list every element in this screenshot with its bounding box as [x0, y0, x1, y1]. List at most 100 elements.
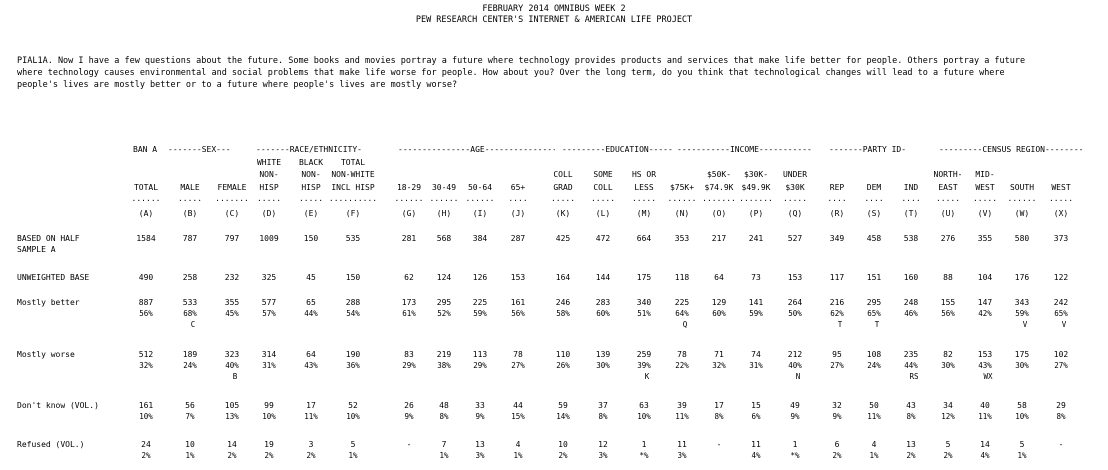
- count-cell: 64: [306, 350, 316, 359]
- column-divider: .....: [550, 194, 576, 203]
- count-cell: 29: [1056, 401, 1066, 410]
- percent-cell: 6%: [751, 412, 761, 421]
- percent-cell: 58%: [556, 309, 570, 318]
- count-cell: 26: [404, 401, 414, 410]
- count-cell: 32: [832, 401, 842, 410]
- count-cell: 355: [977, 234, 993, 243]
- column-divider: ..........: [328, 194, 378, 203]
- column-divider: .....: [177, 194, 203, 203]
- count-cell: 11: [677, 440, 687, 449]
- count-cell: 58: [1017, 401, 1027, 410]
- column-header-line1: BLACK: [298, 158, 324, 167]
- count-cell: 175: [1014, 350, 1030, 359]
- percent-cell: 60%: [596, 309, 610, 318]
- percent-cell: 27%: [830, 361, 844, 370]
- percent-cell: 40%: [225, 361, 239, 370]
- count-cell: 39: [677, 401, 687, 410]
- count-cell: 117: [829, 273, 845, 282]
- count-cell: 232: [224, 273, 240, 282]
- count-cell: 104: [977, 273, 993, 282]
- percent-cell: 40%: [788, 361, 802, 370]
- count-cell: 150: [303, 234, 319, 243]
- percent-cell: 60%: [712, 309, 726, 318]
- count-cell: 314: [261, 350, 277, 359]
- column-header: HISP: [259, 183, 279, 192]
- count-cell: 64: [714, 273, 724, 282]
- percent-cell: 3%: [598, 451, 608, 460]
- count-cell: 74: [751, 350, 761, 359]
- count-cell: 147: [977, 298, 993, 307]
- column-letter: (Q): [787, 209, 803, 218]
- percent-cell: 1%: [1017, 451, 1027, 460]
- count-cell: 88: [943, 273, 953, 282]
- count-cell: 52: [348, 401, 358, 410]
- count-cell: 78: [677, 350, 687, 359]
- percent-cell: 8%: [906, 412, 916, 421]
- count-cell: 259: [636, 350, 652, 359]
- count-cell: 40: [980, 401, 990, 410]
- count-cell: 176: [1014, 273, 1030, 282]
- column-divider: ......: [465, 194, 495, 203]
- count-cell: 887: [138, 298, 154, 307]
- count-cell: 44: [513, 401, 523, 410]
- column-letter: (X): [1053, 209, 1069, 218]
- percent-cell: 59%: [1015, 309, 1029, 318]
- count-cell: -: [1058, 440, 1064, 449]
- row-label: Mostly better: [17, 298, 80, 307]
- percent-cell: 45%: [225, 309, 239, 318]
- count-cell: 12: [598, 440, 608, 449]
- count-cell: 787: [182, 234, 198, 243]
- column-letter: (D): [261, 209, 277, 218]
- count-cell: 164: [555, 273, 571, 282]
- count-cell: 225: [472, 298, 488, 307]
- count-cell: 113: [472, 350, 488, 359]
- percent-cell: 65%: [867, 309, 881, 318]
- column-header: $75K+: [669, 183, 695, 192]
- count-cell: 5: [945, 440, 951, 449]
- count-cell: 17: [306, 401, 316, 410]
- count-cell: 144: [595, 273, 611, 282]
- column-header-line2: SOME: [593, 170, 613, 179]
- count-cell: 141: [748, 298, 764, 307]
- count-cell: 246: [555, 298, 571, 307]
- count-cell: 3: [308, 440, 314, 449]
- percent-cell: 1%: [513, 451, 523, 460]
- count-cell: 5: [1019, 440, 1025, 449]
- percent-cell: 11%: [867, 412, 881, 421]
- count-cell: 6: [834, 440, 840, 449]
- column-divider: ....: [508, 194, 528, 203]
- percent-cell: 31%: [262, 361, 276, 370]
- percent-cell: 10%: [262, 412, 276, 421]
- percent-cell: 1%: [185, 451, 195, 460]
- count-cell: 108: [866, 350, 882, 359]
- column-divider: .....: [1048, 194, 1074, 203]
- percent-cell: 11%: [675, 412, 689, 421]
- count-cell: 568: [436, 234, 452, 243]
- significance-cell: V: [1022, 320, 1028, 329]
- percent-cell: 9%: [404, 412, 414, 421]
- row-label: Don't know (VOL.): [17, 401, 99, 410]
- percent-cell: 43%: [304, 361, 318, 370]
- count-cell: 14: [980, 440, 990, 449]
- count-cell: 150: [345, 273, 361, 282]
- column-letter: (E): [303, 209, 319, 218]
- column-header: FEMALE: [217, 183, 247, 192]
- count-cell: 37: [598, 401, 608, 410]
- column-header: WEST: [975, 183, 995, 192]
- count-cell: 242: [1053, 298, 1069, 307]
- count-cell: 580: [1014, 234, 1030, 243]
- column-header: GRAD: [553, 183, 573, 192]
- count-cell: 110: [555, 350, 571, 359]
- group-header: ---------EDUCATION---------: [562, 145, 674, 154]
- count-cell: 373: [1053, 234, 1069, 243]
- count-cell: 10: [558, 440, 568, 449]
- count-cell: 5: [350, 440, 356, 449]
- percent-cell: 27%: [1054, 361, 1068, 370]
- percent-cell: 56%: [511, 309, 525, 318]
- percent-cell: 32%: [139, 361, 153, 370]
- column-header: HISP: [301, 183, 321, 192]
- column-divider: .......: [739, 194, 773, 203]
- column-header: LESS: [634, 183, 654, 192]
- significance-cell: N: [795, 372, 801, 381]
- column-letter: (F): [345, 209, 361, 218]
